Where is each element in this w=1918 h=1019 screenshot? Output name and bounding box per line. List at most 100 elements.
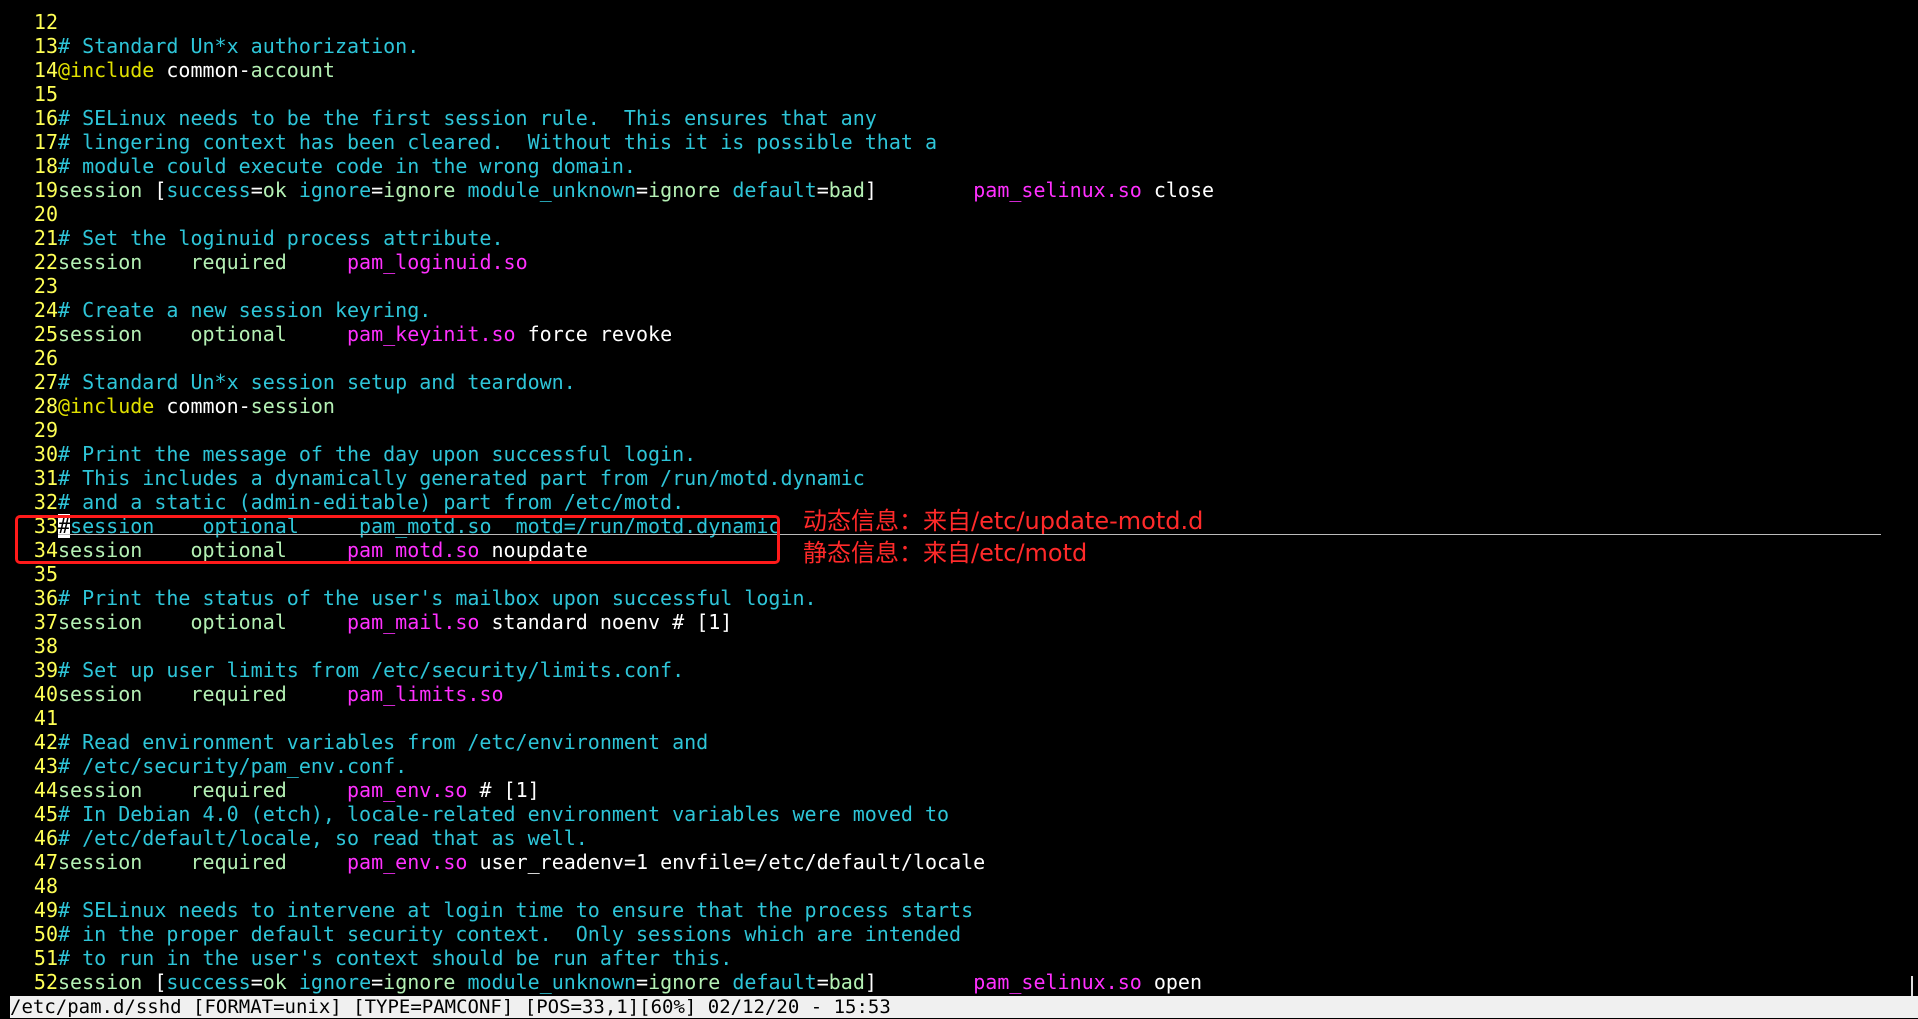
code-line[interactable]: 47 session required pam_env.so user_reade… — [0, 850, 1918, 874]
code-token: module_unknown — [467, 970, 637, 994]
code-token: ignore — [383, 970, 456, 994]
code-token: pam_env.so — [347, 778, 468, 802]
line-number: 44 — [33, 778, 58, 802]
code-line[interactable]: 18 # module could execute code in the wro… — [0, 154, 1918, 178]
code-token: # Print the status of the user's mailbox… — [58, 586, 817, 610]
code-line[interactable]: 23 — [0, 274, 1918, 298]
code-token: = — [816, 970, 829, 994]
line-number: 19 — [33, 178, 58, 202]
line-number: 45 — [33, 802, 58, 826]
code-line[interactable]: 42 # Read environment variables from /etc… — [0, 730, 1918, 754]
code-line[interactable]: 27 # Standard Un*x session setup and tear… — [0, 370, 1918, 394]
code-token: # In Debian 4.0 (etch), locale-related e… — [58, 802, 950, 826]
code-line[interactable]: 37 session optional pam_mail.so standard … — [0, 610, 1918, 634]
code-token: ignore — [648, 178, 721, 202]
code-token: # /etc/default/locale, so read that as w… — [58, 826, 588, 850]
code-line[interactable]: 30 # Print the message of the day upon su… — [0, 442, 1918, 466]
code-token: default — [732, 970, 817, 994]
code-token: = — [371, 178, 384, 202]
code-token: ok — [262, 178, 287, 202]
code-line[interactable]: 13 # Standard Un*x authorization. — [0, 34, 1918, 58]
vim-editor[interactable]: 12 13 # Standard Un*x authorization. 14 @inc… — [0, 10, 1918, 994]
line-number: 27 — [33, 370, 58, 394]
line-number: 29 — [33, 418, 58, 442]
code-line[interactable]: 50 # in the proper default security conte… — [0, 922, 1918, 946]
line-content: @include common-session — [58, 394, 335, 418]
line-number: 31 — [33, 466, 58, 490]
code-line[interactable]: 25 session optional pam_keyinit.so force … — [0, 322, 1918, 346]
line-number: 23 — [33, 274, 58, 298]
code-line[interactable]: 45 # In Debian 4.0 (etch), locale-related… — [0, 802, 1918, 826]
code-line[interactable]: 26 — [0, 346, 1918, 370]
code-token: # lingering context has been cleared. Wi… — [58, 130, 937, 154]
code-line[interactable]: 28 @include common-session — [0, 394, 1918, 418]
code-token: pam_selinux.so — [973, 178, 1142, 202]
code-line[interactable]: 20 — [0, 202, 1918, 226]
code-token: pam_loginuid.so — [347, 250, 528, 274]
code-line[interactable]: 21 # Set the loginuid process attribute. — [0, 226, 1918, 250]
line-number: 32 — [33, 490, 58, 514]
code-line[interactable]: 38 — [0, 634, 1918, 658]
line-number: 43 — [33, 754, 58, 778]
code-line[interactable]: 49 # SELinux needs to intervene at login … — [0, 898, 1918, 922]
code-token: required — [190, 682, 287, 706]
code-token: @include — [58, 58, 155, 82]
code-line[interactable]: 14 @include common-account — [0, 58, 1918, 82]
code-line[interactable]: 19 session [success=ok ignore=ignore modu… — [0, 178, 1918, 202]
code-token: # This includes a dynamically generated … — [58, 466, 865, 490]
code-line[interactable]: 24 # Create a new session keyring. — [0, 298, 1918, 322]
code-line[interactable]: 17 # lingering context has been cleared. … — [0, 130, 1918, 154]
code-token: session — [58, 970, 143, 994]
highlight-box — [15, 515, 780, 564]
code-line[interactable]: 48 — [0, 874, 1918, 898]
code-token: = — [250, 970, 263, 994]
line-content: # Set the loginuid process attribute. — [58, 226, 504, 250]
code-line[interactable]: 29 — [0, 418, 1918, 442]
line-number: 40 — [33, 682, 58, 706]
code-line[interactable]: 16 # SELinux needs to be the first sessio… — [0, 106, 1918, 130]
code-token: # SELinux needs to be the first session … — [58, 106, 877, 130]
code-token: pam_env.so — [347, 850, 468, 874]
code-token: @include — [58, 394, 155, 418]
line-content: # Standard Un*x session setup and teardo… — [58, 370, 576, 394]
code-line[interactable]: 43 # /etc/security/pam_env.conf. — [0, 754, 1918, 778]
code-token: bad — [828, 970, 865, 994]
line-number: 48 — [33, 874, 58, 898]
code-line[interactable]: 40 session required pam_limits.so — [0, 682, 1918, 706]
code-line[interactable]: 12 — [0, 10, 1918, 34]
line-number: 47 — [33, 850, 58, 874]
code-token: # Read environment variables from /etc/e… — [58, 730, 709, 754]
code-token: default — [732, 178, 817, 202]
line-content: # Create a new session keyring. — [58, 298, 431, 322]
status-line: /etc/pam.d/sshd [FORMAT=unix] [TYPE=PAMC… — [10, 996, 1918, 1018]
code-line[interactable]: 51 # to run in the user's context should … — [0, 946, 1918, 970]
line-content: session required pam_loginuid.so — [58, 250, 528, 274]
line-content: # SELinux needs to be the first session … — [58, 106, 877, 130]
terminal-window[interactable]: 12 13 # Standard Un*x authorization. 14 @inc… — [0, 0, 1918, 1019]
code-line[interactable]: 44 session required pam_env.so # [1] — [0, 778, 1918, 802]
code-token: close — [1141, 178, 1215, 202]
code-line[interactable]: 39 # Set up user limits from /etc/securit… — [0, 658, 1918, 682]
code-line[interactable]: 15 — [0, 82, 1918, 106]
code-token: session — [58, 610, 143, 634]
code-line[interactable]: 52 session [success=ok ignore=ignore modu… — [0, 970, 1918, 994]
scroll-indicator — [1911, 976, 1913, 996]
code-token: = — [250, 178, 263, 202]
code-token: session — [250, 394, 335, 418]
line-content: # module could execute code in the wrong… — [58, 154, 636, 178]
code-line[interactable]: 46 # /etc/default/locale, so read that as… — [0, 826, 1918, 850]
code-line[interactable]: 36 # Print the status of the user's mailb… — [0, 586, 1918, 610]
code-token: pam_mail.so — [347, 610, 480, 634]
code-line[interactable]: 41 — [0, 706, 1918, 730]
code-line[interactable]: 22 session required pam_loginuid.so — [0, 250, 1918, 274]
code-line[interactable]: 31 # This includes a dynamically generate… — [0, 466, 1918, 490]
line-number: 39 — [33, 658, 58, 682]
line-content: # Print the message of the day upon succ… — [58, 442, 696, 466]
